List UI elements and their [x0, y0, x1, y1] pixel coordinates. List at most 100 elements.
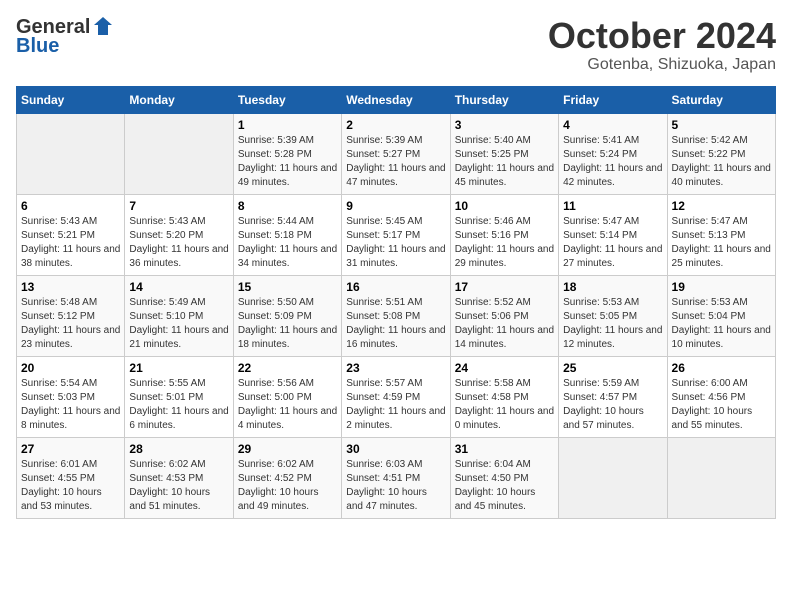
calendar-day: 8 Sunrise: 5:44 AMSunset: 5:18 PMDaylight… [233, 194, 341, 275]
day-detail: Sunrise: 6:03 AMSunset: 4:51 PMDaylight:… [346, 458, 445, 514]
day-detail: Sunrise: 5:53 AMSunset: 5:04 PMDaylight:… [672, 296, 771, 352]
day-number: 8 [238, 199, 337, 213]
day-detail: Sunrise: 6:04 AMSunset: 4:50 PMDaylight:… [455, 458, 554, 514]
day-detail: Sunrise: 5:39 AMSunset: 5:28 PMDaylight:… [238, 134, 337, 190]
day-number: 19 [672, 280, 771, 294]
logo: General Blue [16, 16, 114, 58]
calendar-day: 28 Sunrise: 6:02 AMSunset: 4:53 PMDayligh… [125, 437, 233, 518]
calendar-day: 14 Sunrise: 5:49 AMSunset: 5:10 PMDayligh… [125, 275, 233, 356]
logo-icon [92, 15, 114, 37]
calendar-day: 25 Sunrise: 5:59 AMSunset: 4:57 PMDayligh… [559, 356, 667, 437]
header-monday: Monday [125, 86, 233, 113]
calendar-header-row: SundayMondayTuesdayWednesdayThursdayFrid… [17, 86, 776, 113]
header-sunday: Sunday [17, 86, 125, 113]
day-number: 24 [455, 361, 554, 375]
day-detail: Sunrise: 5:39 AMSunset: 5:27 PMDaylight:… [346, 134, 445, 190]
day-detail: Sunrise: 6:01 AMSunset: 4:55 PMDaylight:… [21, 458, 120, 514]
day-number: 12 [672, 199, 771, 213]
day-detail: Sunrise: 5:43 AMSunset: 5:20 PMDaylight:… [129, 215, 228, 271]
header-saturday: Saturday [667, 86, 775, 113]
day-detail: Sunrise: 5:56 AMSunset: 5:00 PMDaylight:… [238, 377, 337, 433]
calendar-day: 31 Sunrise: 6:04 AMSunset: 4:50 PMDayligh… [450, 437, 558, 518]
day-number: 18 [563, 280, 662, 294]
day-detail: Sunrise: 5:42 AMSunset: 5:22 PMDaylight:… [672, 134, 771, 190]
calendar-day: 16 Sunrise: 5:51 AMSunset: 5:08 PMDayligh… [342, 275, 450, 356]
calendar-week-4: 20 Sunrise: 5:54 AMSunset: 5:03 PMDayligh… [17, 356, 776, 437]
calendar-day: 21Sunrise: 5:55 AMSunset: 5:01 PMDayligh… [125, 356, 233, 437]
day-detail: Sunrise: 5:55 AMSunset: 5:01 PMDaylight:… [129, 377, 228, 433]
logo-blue: Blue [16, 35, 59, 58]
calendar-day: 26Sunrise: 6:00 AMSunset: 4:56 PMDayligh… [667, 356, 775, 437]
calendar-week-2: 6Sunrise: 5:43 AMSunset: 5:21 PMDaylight… [17, 194, 776, 275]
calendar-day: 19 Sunrise: 5:53 AMSunset: 5:04 PMDayligh… [667, 275, 775, 356]
day-detail: Sunrise: 5:57 AMSunset: 4:59 PMDaylight:… [346, 377, 445, 433]
day-number: 15 [238, 280, 337, 294]
day-number: 2 [346, 118, 445, 132]
calendar-week-5: 27Sunrise: 6:01 AMSunset: 4:55 PMDayligh… [17, 437, 776, 518]
header-tuesday: Tuesday [233, 86, 341, 113]
day-number: 20 [21, 361, 120, 375]
day-number: 22 [238, 361, 337, 375]
day-number: 6 [21, 199, 120, 213]
day-detail: Sunrise: 5:47 AMSunset: 5:14 PMDaylight:… [563, 215, 662, 271]
calendar-day: 27Sunrise: 6:01 AMSunset: 4:55 PMDayligh… [17, 437, 125, 518]
calendar-day: 4 Sunrise: 5:41 AMSunset: 5:24 PMDaylight… [559, 113, 667, 194]
calendar-day [125, 113, 233, 194]
calendar-day: 12 Sunrise: 5:47 AMSunset: 5:13 PMDayligh… [667, 194, 775, 275]
title-area: October 2024 Gotenba, Shizuoka, Japan [548, 16, 776, 74]
day-number: 1 [238, 118, 337, 132]
calendar-day [667, 437, 775, 518]
calendar-day: 13 Sunrise: 5:48 AMSunset: 5:12 PMDayligh… [17, 275, 125, 356]
day-number: 10 [455, 199, 554, 213]
calendar-day: 22 Sunrise: 5:56 AMSunset: 5:00 PMDayligh… [233, 356, 341, 437]
calendar-week-3: 13 Sunrise: 5:48 AMSunset: 5:12 PMDayligh… [17, 275, 776, 356]
day-detail: Sunrise: 5:53 AMSunset: 5:05 PMDaylight:… [563, 296, 662, 352]
day-detail: Sunrise: 5:41 AMSunset: 5:24 PMDaylight:… [563, 134, 662, 190]
calendar-day: 15 Sunrise: 5:50 AMSunset: 5:09 PMDayligh… [233, 275, 341, 356]
day-number: 28 [129, 442, 228, 456]
calendar-day: 2 Sunrise: 5:39 AMSunset: 5:27 PMDaylight… [342, 113, 450, 194]
day-number: 7 [129, 199, 228, 213]
calendar-day: 11Sunrise: 5:47 AMSunset: 5:14 PMDayligh… [559, 194, 667, 275]
day-detail: Sunrise: 5:49 AMSunset: 5:10 PMDaylight:… [129, 296, 228, 352]
day-number: 3 [455, 118, 554, 132]
calendar-day: 24 Sunrise: 5:58 AMSunset: 4:58 PMDayligh… [450, 356, 558, 437]
day-number: 4 [563, 118, 662, 132]
month-title: October 2024 [548, 16, 776, 56]
day-detail: Sunrise: 5:48 AMSunset: 5:12 PMDaylight:… [21, 296, 120, 352]
calendar-day: 20 Sunrise: 5:54 AMSunset: 5:03 PMDayligh… [17, 356, 125, 437]
day-number: 13 [21, 280, 120, 294]
header-friday: Friday [559, 86, 667, 113]
day-number: 31 [455, 442, 554, 456]
day-detail: Sunrise: 6:02 AMSunset: 4:53 PMDaylight:… [129, 458, 228, 514]
day-detail: Sunrise: 5:51 AMSunset: 5:08 PMDaylight:… [346, 296, 445, 352]
day-number: 30 [346, 442, 445, 456]
calendar-day: 7 Sunrise: 5:43 AMSunset: 5:20 PMDaylight… [125, 194, 233, 275]
location: Gotenba, Shizuoka, Japan [548, 56, 776, 74]
calendar-week-1: 1 Sunrise: 5:39 AMSunset: 5:28 PMDaylight… [17, 113, 776, 194]
day-detail: Sunrise: 5:45 AMSunset: 5:17 PMDaylight:… [346, 215, 445, 271]
day-detail: Sunrise: 5:47 AMSunset: 5:13 PMDaylight:… [672, 215, 771, 271]
calendar-day [559, 437, 667, 518]
day-detail: Sunrise: 6:02 AMSunset: 4:52 PMDaylight:… [238, 458, 337, 514]
day-number: 29 [238, 442, 337, 456]
day-detail: Sunrise: 5:59 AMSunset: 4:57 PMDaylight:… [563, 377, 662, 433]
day-detail: Sunrise: 5:50 AMSunset: 5:09 PMDaylight:… [238, 296, 337, 352]
calendar-day: 5 Sunrise: 5:42 AMSunset: 5:22 PMDaylight… [667, 113, 775, 194]
day-number: 14 [129, 280, 228, 294]
calendar-day: 3Sunrise: 5:40 AMSunset: 5:25 PMDaylight… [450, 113, 558, 194]
page-header: General Blue October 2024 Gotenba, Shizu… [16, 16, 776, 74]
calendar-day: 18 Sunrise: 5:53 AMSunset: 5:05 PMDayligh… [559, 275, 667, 356]
calendar-day: 6Sunrise: 5:43 AMSunset: 5:21 PMDaylight… [17, 194, 125, 275]
day-number: 23 [346, 361, 445, 375]
day-detail: Sunrise: 5:52 AMSunset: 5:06 PMDaylight:… [455, 296, 554, 352]
day-number: 5 [672, 118, 771, 132]
calendar-day: 10Sunrise: 5:46 AMSunset: 5:16 PMDayligh… [450, 194, 558, 275]
calendar-day: 29 Sunrise: 6:02 AMSunset: 4:52 PMDayligh… [233, 437, 341, 518]
day-number: 25 [563, 361, 662, 375]
day-detail: Sunrise: 5:44 AMSunset: 5:18 PMDaylight:… [238, 215, 337, 271]
day-detail: Sunrise: 5:58 AMSunset: 4:58 PMDaylight:… [455, 377, 554, 433]
day-number: 16 [346, 280, 445, 294]
day-number: 17 [455, 280, 554, 294]
day-detail: Sunrise: 5:54 AMSunset: 5:03 PMDaylight:… [21, 377, 120, 433]
